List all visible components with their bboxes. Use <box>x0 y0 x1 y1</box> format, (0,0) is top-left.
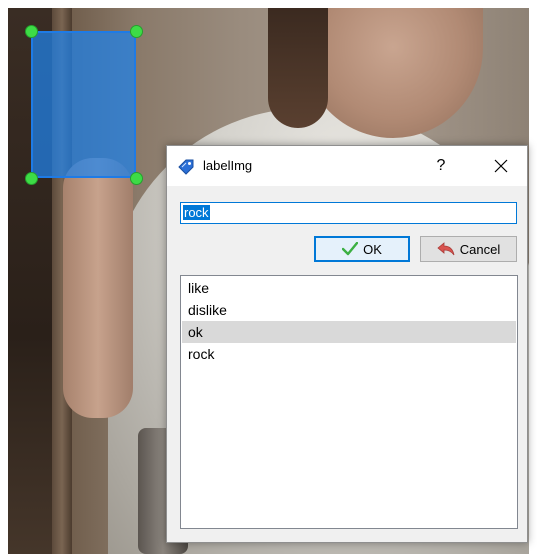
label-tag-icon <box>177 158 195 176</box>
label-list[interactable]: like dislike ok rock <box>180 275 518 529</box>
dialog-titlebar[interactable]: labelImg ? <box>167 146 527 186</box>
list-item-ok[interactable]: ok <box>182 321 516 343</box>
annotation-bounding-box[interactable] <box>31 31 136 178</box>
close-button[interactable] <box>489 154 513 178</box>
undo-arrow-icon <box>437 242 455 256</box>
bbox-handle-top-left[interactable] <box>25 25 38 38</box>
cancel-button-label: Cancel <box>459 241 501 257</box>
person-hair <box>268 8 328 128</box>
list-item-like[interactable]: like <box>182 277 516 299</box>
ok-button[interactable]: OK <box>314 236 410 262</box>
close-icon <box>494 159 508 173</box>
label-dialog: labelImg ? rock OK Cancel like dislike o… <box>166 145 528 543</box>
bbox-handle-top-right[interactable] <box>130 25 143 38</box>
label-input[interactable]: rock <box>180 202 517 224</box>
bbox-handle-bottom-left[interactable] <box>25 172 38 185</box>
list-item-dislike[interactable]: dislike <box>182 299 516 321</box>
bbox-handle-bottom-right[interactable] <box>130 172 143 185</box>
ok-button-label: OK <box>363 241 382 257</box>
list-item-rock[interactable]: rock <box>182 343 516 365</box>
person-arm <box>63 158 133 418</box>
dialog-title: labelImg <box>203 158 253 173</box>
cancel-button[interactable]: Cancel <box>420 236 517 262</box>
label-input-value: rock <box>183 205 210 220</box>
checkmark-icon <box>342 242 359 256</box>
help-button[interactable]: ? <box>429 154 453 178</box>
